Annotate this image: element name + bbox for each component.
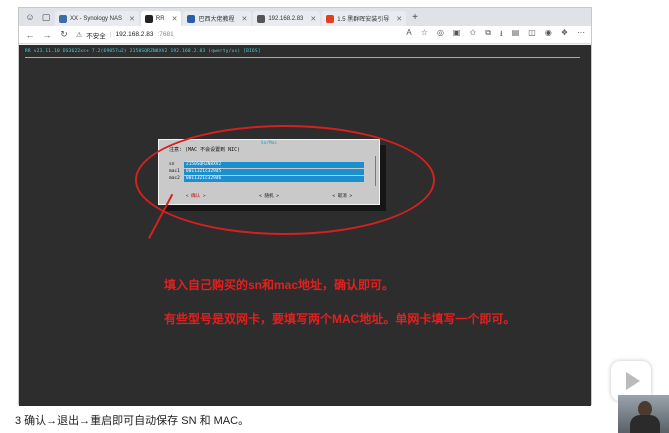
- terminal-favicon-icon: [144, 14, 153, 23]
- terminal-divider: [25, 57, 580, 58]
- settings-icon[interactable]: ⋯: [577, 28, 585, 42]
- url-host: 192.168.2.83: [115, 31, 154, 38]
- tab-rr[interactable]: RR ✕: [140, 11, 182, 26]
- warning-icon: ⚠: [76, 31, 83, 39]
- terminal-header: RR v23.11.10 DS3622xs+ 7.2(69057u2) 2150…: [25, 49, 261, 54]
- annotation-line-2: 有些型号是双网卡，要填写两个MAC地址。单网卡填写一个即可。: [164, 312, 516, 326]
- annotation-line-1: 填入自己购买的sn和mac地址，确认即可。: [164, 278, 395, 292]
- back-icon[interactable]: ←: [25, 30, 35, 40]
- tab-label: RR: [155, 15, 165, 22]
- webcam-overlay: [618, 395, 669, 433]
- url-port: :7681: [157, 31, 174, 38]
- collections-icon[interactable]: ⧉: [485, 28, 491, 42]
- reload-icon[interactable]: ↻: [59, 29, 69, 40]
- profile-icon[interactable]: ☺: [23, 11, 37, 23]
- copilot-icon[interactable]: ❖: [561, 28, 568, 42]
- close-icon[interactable]: ✕: [310, 15, 316, 23]
- tab-tutorial[interactable]: 巴西大佬教程 ✕: [183, 11, 252, 26]
- address-bar: ← → ↻ ⚠ 不安全 | 192.168.2.83:7681 A ☆ ◎ ▣ …: [19, 26, 591, 44]
- extension-icon[interactable]: ◎: [437, 28, 444, 42]
- url-field[interactable]: ⚠ 不安全 | 192.168.2.83:7681: [76, 30, 286, 40]
- tab-synology[interactable]: XX - Synology NAS ✕: [55, 11, 139, 26]
- close-icon[interactable]: ✕: [129, 15, 135, 23]
- toolbar-icons: A ☆ ◎ ▣ ✩ ⧉ ⭳ ▤ ◫ ◉ ❖ ⋯: [406, 28, 585, 42]
- sidebar-icon[interactable]: ◫: [528, 28, 536, 42]
- favorites-icon[interactable]: ✩: [469, 28, 476, 42]
- tab-label: 192.168.2.83: [268, 15, 304, 22]
- tab-guide[interactable]: 1.5 黑群晖安装引导 ✕: [322, 11, 407, 26]
- screenshot-icon[interactable]: ▤: [512, 28, 520, 42]
- play-icon: [626, 372, 640, 390]
- tab-label: XX - Synology NAS: [70, 15, 123, 22]
- synology-favicon-icon: [59, 14, 67, 23]
- account-icon[interactable]: ◉: [545, 28, 552, 42]
- tab-label: 巴西大佬教程: [198, 17, 235, 23]
- favorite-star-icon[interactable]: ☆: [421, 28, 428, 42]
- tab-actions-icon[interactable]: ▢: [39, 11, 53, 23]
- close-icon[interactable]: ✕: [396, 15, 402, 23]
- close-icon[interactable]: ✕: [172, 15, 178, 23]
- new-tab-button[interactable]: +: [412, 12, 418, 23]
- c-favicon-icon: [326, 14, 335, 23]
- tab-ip[interactable]: 192.168.2.83 ✕: [253, 11, 321, 26]
- close-icon[interactable]: ✕: [241, 15, 247, 23]
- tab-bar: ☺ ▢ XX - Synology NAS ✕ RR ✕ 巴西大佬教程 ✕ 19…: [19, 8, 591, 26]
- separator: |: [109, 31, 112, 38]
- download-icon[interactable]: ⭳: [500, 28, 503, 42]
- split-screen-icon[interactable]: ▣: [453, 28, 461, 42]
- forward-icon[interactable]: →: [42, 30, 52, 40]
- highlight-ellipse: [135, 125, 435, 235]
- presenter-body: [630, 415, 660, 433]
- tab-label: 1.5 黑群晖安装引导: [337, 17, 390, 23]
- read-aloud-icon[interactable]: A: [406, 28, 411, 42]
- security-label: 不安全: [86, 32, 106, 40]
- doc-favicon-icon: [187, 14, 196, 23]
- step-caption: 3 确认→退出→重启即可自动保存 SN 和 MAC。: [15, 415, 250, 427]
- globe-favicon-icon: [257, 14, 266, 23]
